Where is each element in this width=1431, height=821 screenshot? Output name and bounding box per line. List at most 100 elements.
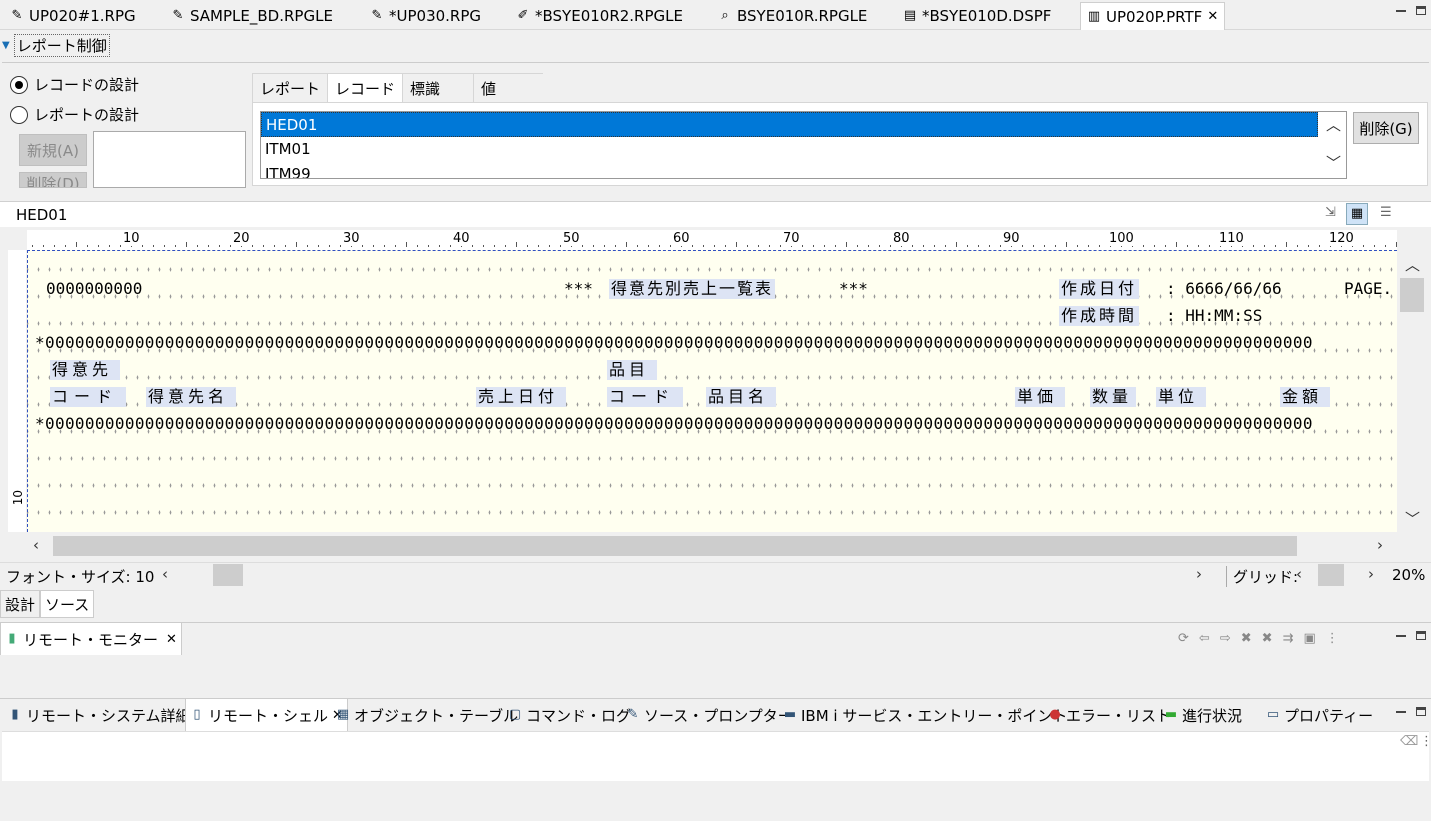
report-list[interactable]	[93, 131, 246, 188]
tab-source[interactable]: ソース	[40, 590, 95, 618]
text-amount[interactable]: 金額	[1280, 387, 1331, 407]
view-tab-6[interactable]: ● エラー・リスト	[1044, 699, 1175, 731]
forward-icon[interactable]: ⇨	[1220, 631, 1231, 646]
grid-slider-right-icon[interactable]: ›	[1368, 565, 1374, 583]
maximize-icon[interactable]	[1416, 707, 1426, 716]
maximize-icon[interactable]	[1416, 631, 1426, 640]
text-separator-line-1[interactable]: *000000000000000000000000000000000000000…	[35, 333, 1313, 353]
text-item-name[interactable]: 品目名	[706, 387, 777, 407]
radio-selected-icon[interactable]	[10, 75, 28, 94]
clear-icon[interactable]: ⌫	[1400, 734, 1418, 749]
text-created-date[interactable]: 作成日付	[1059, 279, 1140, 299]
canvas-horizontal-scrollbar[interactable]: ‹ ›	[27, 533, 1397, 559]
delete-record-button[interactable]: 削除(G)	[1353, 112, 1419, 144]
scroll-thumb[interactable]	[1400, 278, 1424, 312]
text-sales-date[interactable]: 売上日付	[476, 387, 567, 407]
text-page[interactable]: PAGE.	[1344, 279, 1392, 299]
text-customer-name[interactable]: 得意先名	[146, 387, 237, 407]
menu-icon[interactable]: ⋮	[1326, 631, 1339, 646]
remove-icon[interactable]: ✖	[1241, 631, 1252, 646]
view-tab-7[interactable]: ▬ 進行状況	[1160, 699, 1246, 731]
record-list-item[interactable]: HED01	[261, 112, 1318, 137]
text-customer-code[interactable]: コード	[50, 387, 127, 407]
view-tab-8[interactable]: ▭ プロパティー	[1262, 699, 1377, 731]
view-tab-1[interactable]: ▯ リモート・シェル ✕	[185, 699, 348, 731]
editor-tab-1[interactable]: ✎ SAMPLE_BD.RPGLE	[165, 2, 339, 29]
link-icon[interactable]: ⇉	[1283, 631, 1294, 646]
editor-tab-4[interactable]: ⌕ BSYE010R.RPGLE	[712, 2, 873, 29]
minimize-icon[interactable]	[1396, 710, 1406, 713]
tab-record[interactable]: レコード	[327, 73, 403, 103]
text-quantity[interactable]: 数量	[1090, 387, 1137, 407]
record-listbox[interactable]: HED01 ITM01 ITM99	[260, 111, 1347, 179]
scroll-thumb[interactable]	[53, 536, 1297, 556]
tab-remote-monitor[interactable]: ▮ リモート・モニター ✕	[0, 623, 182, 655]
tab-design[interactable]: 設計	[0, 590, 41, 618]
minimize-icon[interactable]	[1396, 9, 1406, 12]
report-design-canvas[interactable]: 0000000000 *** 得意先別売上一覧表 *** 作成日付 : 6666…	[27, 250, 1397, 532]
view-tab-5[interactable]: ▬ IBM i サービス・エントリー・ポイント	[779, 699, 1071, 731]
radio-unselected-icon[interactable]	[10, 105, 28, 124]
close-icon[interactable]: ✕	[1207, 9, 1218, 24]
maximize-icon[interactable]	[1416, 6, 1426, 15]
editor-tab-2[interactable]: ✎ *UP030.RPG	[364, 2, 487, 29]
view-tab-3[interactable]: ▢ コマンド・ログ	[504, 699, 635, 731]
sort-icon[interactable]: ⇲	[1325, 205, 1336, 220]
tab-indicator[interactable]: 標識	[402, 73, 474, 103]
tab-value[interactable]: 値	[473, 73, 544, 103]
tab-report[interactable]: レポート	[252, 73, 328, 103]
canvas-vertical-scrollbar[interactable]: ︿ ﹀	[1398, 250, 1426, 532]
listbox-scrollbar[interactable]: ︿ ﹀	[1320, 112, 1346, 178]
close-icon[interactable]: ✕	[166, 632, 177, 647]
text-customer[interactable]: 得意先	[50, 360, 121, 380]
text-unit[interactable]: 単位	[1156, 387, 1207, 407]
refresh-icon[interactable]: ⟳	[1178, 631, 1189, 646]
field-created-time[interactable]: : HH:MM:SS	[1166, 306, 1262, 326]
new-button[interactable]: 新規(A)	[19, 134, 87, 166]
back-icon[interactable]: ⇦	[1199, 631, 1210, 646]
record-list-item[interactable]: ITM99	[261, 162, 1346, 178]
text-separator-line-2[interactable]: *000000000000000000000000000000000000000…	[35, 414, 1313, 434]
view-tab-2[interactable]: ▦ オブジェクト・テーブル	[332, 699, 522, 731]
collapse-triangle-icon[interactable]: ▼	[2, 40, 10, 51]
editor-tab-3[interactable]: ✐ *BSYE010R2.RPGLE	[510, 2, 689, 29]
font-slider-right-icon[interactable]: ›	[1196, 565, 1202, 583]
text-item-code[interactable]: コード	[607, 387, 684, 407]
properties-icon[interactable]: ☰	[1380, 205, 1392, 220]
editor-tab-0[interactable]: ✎ UP020#1.RPG	[4, 2, 142, 29]
view-menu-icon[interactable]: ⋮	[1420, 734, 1431, 749]
grid-icon[interactable]: ▦	[1346, 203, 1368, 225]
scroll-up-icon[interactable]: ︿	[1405, 254, 1420, 275]
radio-report-design[interactable]: レポートの設計	[10, 104, 139, 125]
scroll-up-icon[interactable]: ︿	[1326, 114, 1341, 135]
radio-record-design[interactable]: レコードの設計	[10, 74, 139, 95]
report-control-header[interactable]: ▼ レポート制御	[2, 33, 110, 57]
field-created-date[interactable]: : 6666/66/66	[1166, 279, 1282, 299]
scroll-down-icon[interactable]: ﹀	[1405, 508, 1420, 529]
editor-tab-5[interactable]: ▤ *BSYE010D.DSPF	[897, 2, 1057, 29]
text-created-time[interactable]: 作成時間	[1059, 306, 1140, 326]
text-report-title[interactable]: 得意先別売上一覧表	[609, 279, 776, 299]
text-stars-left[interactable]: ***	[564, 279, 593, 299]
grid-slider-left-icon[interactable]: ‹	[1296, 565, 1302, 583]
text-item[interactable]: 品目	[607, 360, 658, 380]
text-stars-right[interactable]: ***	[839, 279, 868, 299]
minimize-icon[interactable]	[1396, 634, 1406, 637]
text-unit-price[interactable]: 単価	[1015, 387, 1066, 407]
font-slider-left-icon[interactable]: ‹	[162, 565, 168, 583]
record-list-item[interactable]: ITM01	[261, 137, 1346, 162]
view-tab-0[interactable]: ▮ リモート・システム詳細	[4, 699, 195, 731]
scroll-right-icon[interactable]: ›	[1377, 536, 1383, 554]
view-tab-4[interactable]: ✎ ソース・プロンプター	[622, 699, 797, 731]
scroll-down-icon[interactable]: ﹀	[1326, 152, 1341, 173]
remove-all-icon[interactable]: ✖	[1262, 631, 1273, 646]
editor-tab-6[interactable]: ▥ UP020P.PRTF ✕	[1080, 2, 1226, 30]
font-size-slider[interactable]	[213, 564, 243, 586]
grid-slider[interactable]	[1318, 564, 1344, 586]
delete-left-button[interactable]: 削除(D)	[19, 172, 87, 188]
field-page-number[interactable]: 0000000000	[46, 279, 142, 299]
scroll-left-icon[interactable]: ‹	[33, 536, 39, 554]
pin-icon[interactable]: ▣	[1303, 631, 1315, 646]
ruler-tick	[835, 245, 836, 247]
remote-shell-content[interactable]: ⌫ ⋮	[2, 731, 1431, 781]
